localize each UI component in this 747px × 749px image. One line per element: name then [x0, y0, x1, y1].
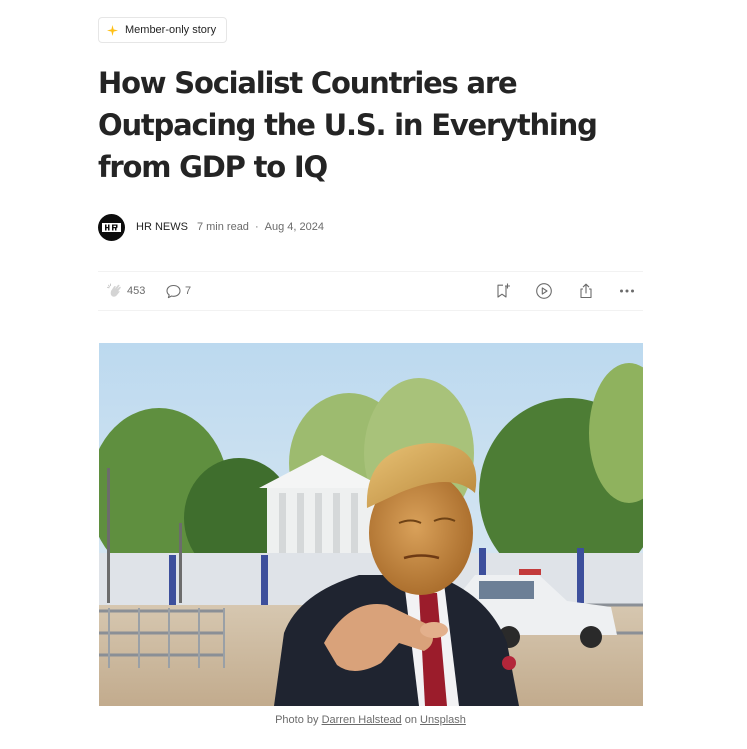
hero-photo-illustration — [99, 343, 643, 706]
read-time: 7 min read — [196, 221, 249, 233]
badge-label: Member-only story — [125, 24, 217, 36]
source-link[interactable]: Unsplash — [420, 714, 466, 726]
listen-button[interactable] — [535, 272, 553, 310]
save-button[interactable] — [494, 272, 512, 310]
caption-middle: on — [401, 714, 421, 726]
clap-icon — [106, 282, 124, 300]
share-button[interactable] — [577, 272, 595, 310]
author-name[interactable]: HR NEWS — [136, 221, 188, 233]
clap-count: 453 — [127, 285, 146, 297]
sparkle-icon — [107, 24, 118, 36]
byline-separator: · — [254, 221, 259, 233]
more-icon — [618, 282, 636, 300]
listen-icon — [535, 282, 553, 300]
comment-button[interactable]: 7 — [165, 272, 191, 310]
caption-prefix: Photo by — [275, 714, 322, 726]
byline: HR NEWS 7 min read · Aug 4, 2024 — [98, 213, 324, 241]
bookmark-add-icon — [494, 282, 512, 300]
article-hero-image — [99, 343, 643, 706]
comment-count: 7 — [185, 285, 192, 297]
clap-button[interactable]: 453 — [106, 272, 145, 310]
photographer-link[interactable]: Darren Halstead — [322, 714, 402, 726]
comment-icon — [165, 283, 182, 300]
member-only-badge[interactable]: Member-only story — [98, 17, 228, 43]
article-title: How Socialist Countries are Outpacing th… — [98, 66, 598, 184]
image-caption: Photo by Darren Halstead on Unsplash — [98, 714, 643, 726]
publish-date: Aug 4, 2024 — [264, 221, 324, 233]
more-button[interactable] — [618, 272, 636, 310]
action-bar: 453 7 — [98, 271, 643, 311]
share-icon — [577, 282, 595, 300]
author-avatar[interactable] — [98, 213, 125, 241]
